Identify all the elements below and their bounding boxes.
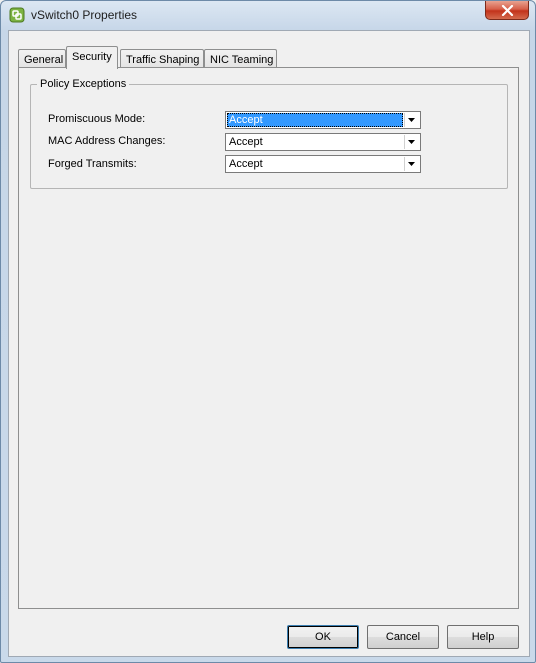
- dropdown-button[interactable]: [404, 157, 419, 171]
- help-button[interactable]: Help: [447, 625, 519, 649]
- ok-button[interactable]: OK: [287, 625, 359, 649]
- policy-exceptions-group: Policy Exceptions Promiscuous Mode: Acce…: [30, 78, 508, 189]
- close-icon: [501, 5, 514, 16]
- mac-address-changes-value: Accept: [229, 136, 263, 148]
- vsphere-network-icon: [9, 7, 25, 23]
- window-title: vSwitch0 Properties: [31, 8, 138, 22]
- promiscuous-mode-value: Accept: [227, 113, 403, 127]
- dropdown-button[interactable]: [404, 135, 419, 149]
- dialog-client-area: General Security Traffic Shaping NIC Tea…: [8, 30, 530, 657]
- tab-security[interactable]: Security: [66, 46, 118, 69]
- promiscuous-mode-select[interactable]: Accept: [225, 111, 421, 129]
- cancel-button[interactable]: Cancel: [367, 625, 439, 649]
- promiscuous-mode-label: Promiscuous Mode:: [48, 113, 146, 125]
- close-button[interactable]: [485, 1, 529, 20]
- chevron-down-icon: [408, 140, 415, 144]
- tab-traffic-shaping[interactable]: Traffic Shaping: [120, 49, 204, 68]
- forged-transmits-label: Forged Transmits:: [48, 158, 137, 170]
- mac-address-changes-label: MAC Address Changes:: [48, 135, 166, 147]
- group-legend: Policy Exceptions: [40, 78, 127, 90]
- mac-address-changes-select[interactable]: Accept: [225, 133, 421, 151]
- title-bar[interactable]: vSwitch0 Properties: [1, 1, 535, 29]
- forged-transmits-select[interactable]: Accept: [225, 155, 421, 173]
- chevron-down-icon: [408, 162, 415, 166]
- chevron-down-icon: [408, 118, 415, 122]
- tab-general[interactable]: General: [18, 49, 66, 68]
- tab-nic-teaming[interactable]: NIC Teaming: [204, 49, 277, 68]
- security-tab-panel: Policy Exceptions Promiscuous Mode: Acce…: [18, 67, 519, 609]
- forged-transmits-value: Accept: [229, 158, 263, 170]
- properties-window: vSwitch0 Properties General Security Tra…: [0, 0, 536, 663]
- dropdown-button[interactable]: [404, 113, 419, 127]
